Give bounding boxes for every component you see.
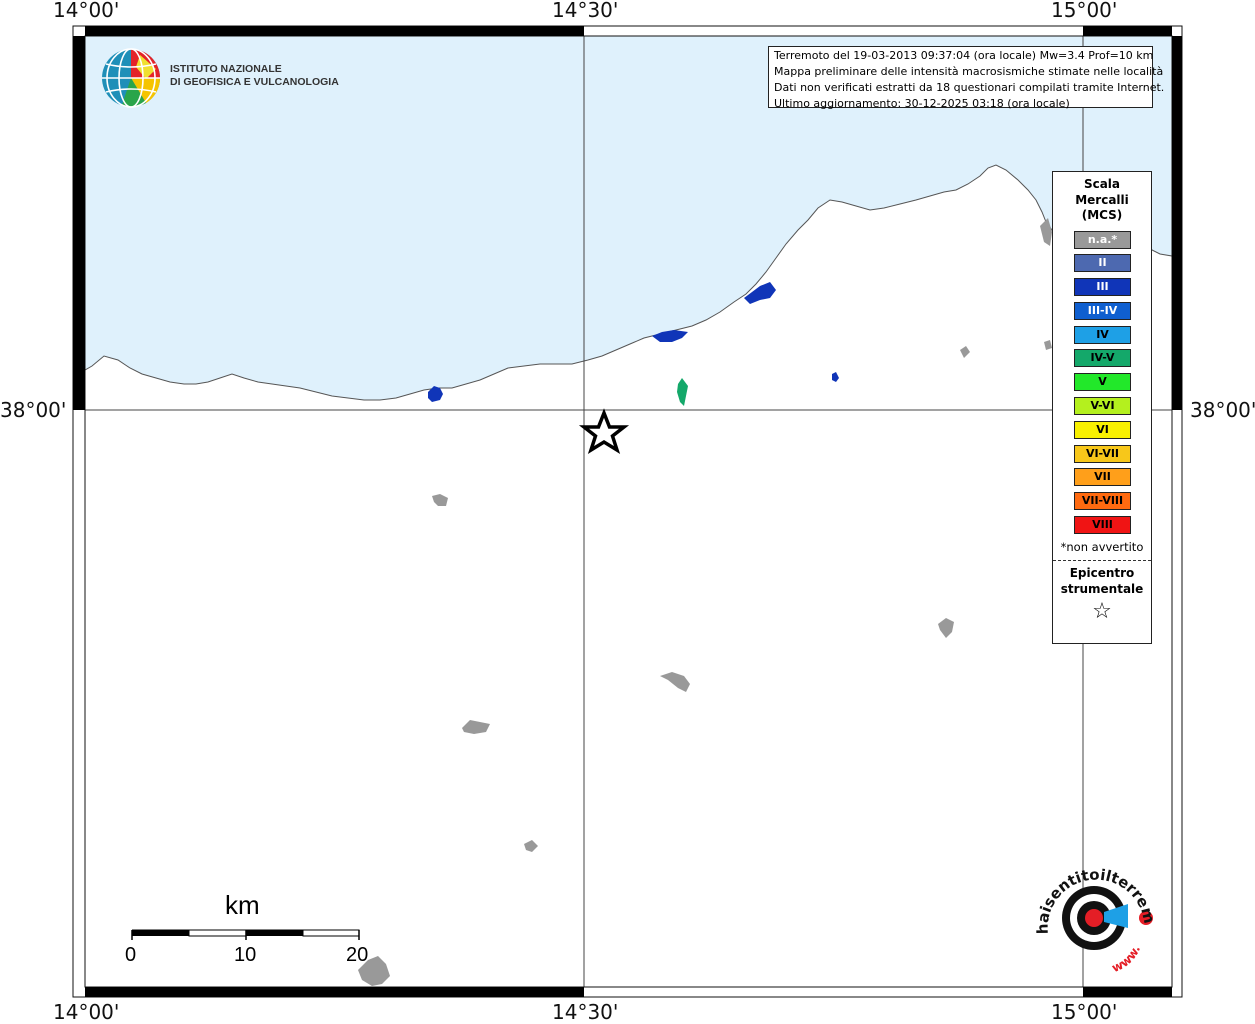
haisentito-www-text: www. (1110, 943, 1144, 975)
coord-top-1430: 14°30' (552, 0, 619, 22)
scalebar-label-0: 0 (125, 944, 137, 966)
legend-swatch: III (1074, 278, 1131, 297)
coord-left-3800: 38°00' (0, 398, 67, 422)
coord-bottom-1500: 15°00' (1051, 1000, 1118, 1024)
legend-na-note: *non avvertito (1060, 539, 1144, 554)
coord-top-1500: 15°00' (1051, 0, 1118, 22)
legend-swatch: n.a.* (1074, 230, 1131, 249)
coord-bottom-1430: 14°30' (552, 1000, 619, 1024)
legend-swatch: VII-VIII (1074, 492, 1131, 511)
legend-swatch: VI-VII (1074, 444, 1131, 463)
legend-swatch: III-IV (1074, 301, 1131, 320)
legend-swatch: VI (1074, 420, 1131, 439)
legend-swatch: VII (1074, 468, 1131, 487)
ingv-logo-globe (102, 48, 161, 108)
svg-text:www.: www. (1110, 943, 1144, 975)
ingv-logo-text: ISTITUTO NAZIONALE DI GEOFISICA E VULCAN… (170, 63, 339, 88)
scalebar-label-20: 20 (346, 944, 369, 966)
legend-swatch: IV-V (1074, 349, 1131, 368)
coord-right-3800: 38°00' (1190, 398, 1255, 422)
scalebar (131, 929, 360, 940)
haisentito-logo: haisentitoilterremoto.it www. (1030, 862, 1158, 975)
legend-swatch: V (1074, 373, 1131, 392)
legend-epicentre-label: Epicentro strumentale (1060, 565, 1144, 596)
legend-separator (1053, 559, 1151, 561)
legend-star-icon: ☆ (1092, 598, 1112, 624)
event-info-line: Terremoto del 19-03-2013 09:37:04 (ora l… (774, 49, 1154, 62)
event-info-box: Terremoto del 19-03-2013 09:37:04 (ora l… (768, 46, 1165, 110)
mcs-legend: Scala Mercalli (MCS) n.a.* II III III-IV IV I… (1052, 171, 1152, 644)
legend-title: Scala Mercalli (MCS) (1075, 177, 1129, 222)
coord-bottom-1400: 14°00' (53, 1000, 120, 1024)
scalebar-label-10: 10 (234, 944, 257, 966)
legend-swatch: VIII (1074, 516, 1131, 535)
legend-swatch: IV (1074, 325, 1131, 344)
coord-top-1400: 14°00' (53, 0, 120, 22)
legend-swatch: V-VI (1074, 397, 1131, 416)
legend-swatch: II (1074, 254, 1131, 273)
event-info-line: Ultimo aggiornamento: 30-12-2025 03:18 (… (774, 97, 1070, 110)
event-info-line: Mappa preliminare delle intensità macros… (774, 65, 1164, 78)
legend-swatches: n.a.* II III III-IV IV IV-V V V-VI VI VI-VII VII VI… (1053, 230, 1151, 535)
event-info-line: Dati non verificati estratti da 18 quest… (774, 81, 1165, 94)
